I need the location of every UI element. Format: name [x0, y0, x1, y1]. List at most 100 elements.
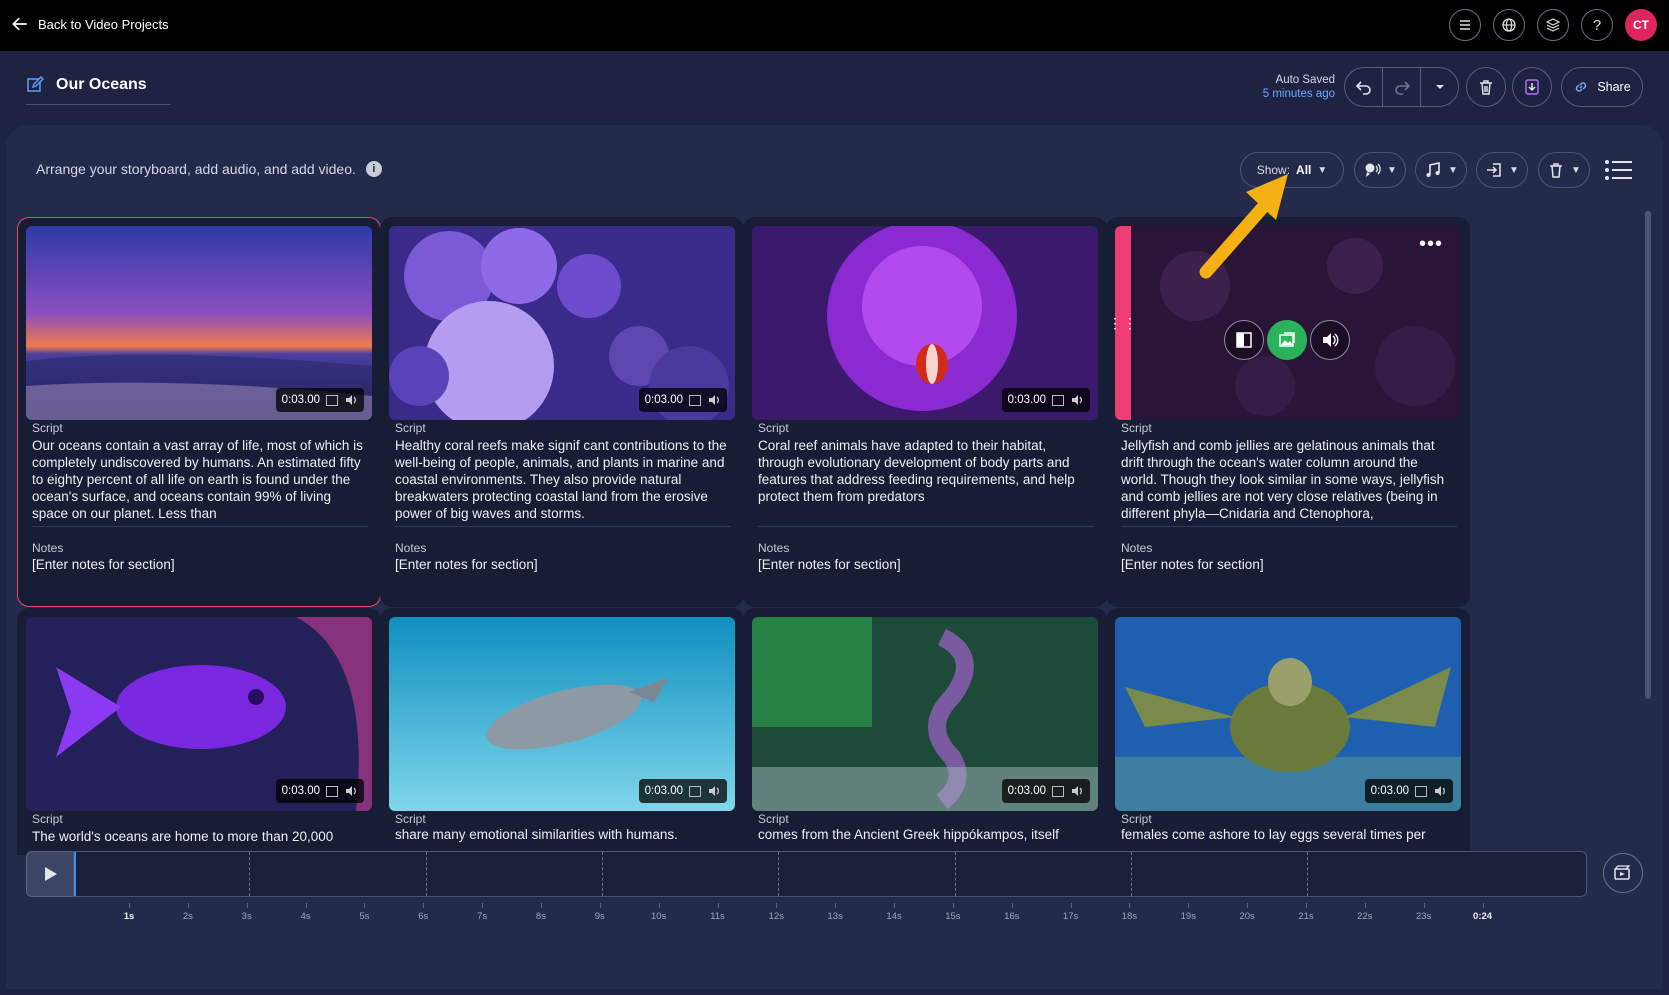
redo-button[interactable] — [1382, 68, 1420, 106]
split-view-button[interactable] — [1224, 320, 1264, 360]
card-thumbnail-turtle[interactable]: 0:03.00 — [1115, 617, 1461, 811]
more-options-icon[interactable]: ••• — [1419, 233, 1443, 256]
music-dropdown[interactable]: ▼ — [1415, 152, 1467, 188]
music-note-icon — [1426, 162, 1440, 177]
autosave-label: Auto Saved — [1275, 74, 1335, 86]
script-label: Script — [395, 421, 426, 435]
add-media-button[interactable] — [1267, 320, 1307, 360]
tick-mark — [364, 903, 366, 908]
volume-icon[interactable] — [707, 393, 721, 407]
tick-mark — [952, 903, 954, 908]
volume-icon[interactable] — [1433, 784, 1447, 798]
export-button[interactable] — [1512, 67, 1552, 107]
transition-icon[interactable] — [1415, 785, 1427, 797]
top-icons: ? CT — [1449, 9, 1657, 41]
card-thumbnail-anemone[interactable]: 0:03.00 — [752, 226, 1098, 420]
tick-mark — [599, 903, 601, 908]
tick-mark — [482, 903, 484, 908]
layers-button[interactable] — [1537, 9, 1569, 41]
duration-badge: 0:03.00 — [275, 388, 364, 412]
playhead[interactable] — [74, 852, 76, 896]
notes-text[interactable]: [Enter notes for section] — [32, 557, 175, 572]
import-icon — [1487, 163, 1501, 177]
script-text[interactable]: Our oceans contain a vast array of life,… — [32, 437, 368, 522]
language-button[interactable] — [1493, 9, 1525, 41]
help-button[interactable]: ? — [1581, 9, 1613, 41]
history-dropdown-button[interactable] — [1420, 68, 1458, 106]
card-thumbnail-fish[interactable]: 0:03.00 — [26, 617, 372, 811]
list-view-icon[interactable] — [1604, 159, 1632, 181]
section-boundary — [778, 852, 779, 896]
timeline-track[interactable] — [73, 851, 1587, 897]
tick-label: 23s — [1416, 911, 1432, 922]
duration-badge: 0:03.00 — [1364, 779, 1453, 803]
audio-button[interactable] — [1310, 320, 1350, 360]
section-boundary — [426, 852, 427, 896]
voice-icon — [1365, 163, 1381, 177]
transition-icon[interactable] — [1052, 785, 1064, 797]
redo-icon — [1394, 81, 1410, 95]
tick-label: 10s — [650, 911, 667, 922]
drag-handle[interactable]: ⋮⋮ — [1108, 226, 1137, 420]
info-icon[interactable]: i — [365, 161, 382, 177]
volume-icon[interactable] — [1070, 784, 1084, 798]
tick-mark — [1188, 903, 1190, 908]
avatar[interactable]: CT — [1625, 9, 1657, 41]
autosave-status: Auto Saved 5 minutes ago — [1263, 73, 1335, 101]
vertical-scrollbar[interactable] — [1645, 211, 1651, 699]
transition-icon[interactable] — [326, 394, 338, 406]
tick-label: 14s — [886, 911, 902, 922]
volume-icon[interactable] — [707, 784, 721, 798]
tick-label: 20s — [1239, 911, 1255, 922]
voiceover-dropdown[interactable]: ▼ — [1354, 152, 1406, 188]
menu-button[interactable] — [1449, 9, 1481, 41]
delete-dropdown[interactable]: ▼ — [1538, 152, 1590, 188]
script-text[interactable]: share many emotional similarities with h… — [395, 826, 731, 843]
share-label: Share — [1597, 80, 1631, 94]
tick-mark — [1423, 903, 1425, 908]
play-icon — [45, 867, 57, 881]
notes-text[interactable]: [Enter notes for section] — [758, 557, 901, 572]
volume-icon[interactable] — [1070, 393, 1084, 407]
transition-icon[interactable] — [689, 394, 701, 406]
transition-icon[interactable] — [1052, 394, 1064, 406]
notes-text[interactable]: [Enter notes for section] — [395, 557, 538, 572]
script-text[interactable]: comes from the Ancient Greek hippókampos… — [758, 826, 1094, 843]
transition-icon[interactable] — [326, 785, 338, 797]
storyboard-card[interactable]: 0:03.00 Script Coral reef animals have a… — [743, 217, 1107, 607]
project-title-field[interactable]: Our Oceans — [26, 76, 171, 105]
section-boundary — [1307, 852, 1308, 896]
notes-text[interactable]: [Enter notes for section] — [1121, 557, 1264, 572]
storyboard-instruction: Arrange your storyboard, add audio, and … — [36, 161, 382, 177]
card-divider — [758, 526, 1094, 527]
script-text[interactable]: Healthy coral reefs make signif cant con… — [395, 437, 731, 522]
tick-mark — [658, 903, 660, 908]
script-text[interactable]: females come ashore to lay eggs several … — [1121, 826, 1457, 843]
share-button[interactable]: Share — [1561, 67, 1643, 107]
storyboard-card[interactable]: 0:03.00 Script Healthy coral reefs make … — [380, 217, 744, 607]
transition-icon[interactable] — [689, 785, 701, 797]
tick-label: 22s — [1357, 911, 1373, 922]
card-thumbnail-dolphin[interactable]: 0:03.00 — [389, 617, 735, 811]
volume-icon[interactable] — [344, 784, 358, 798]
script-text[interactable]: The world's oceans are home to more than… — [32, 828, 368, 845]
volume-icon[interactable] — [344, 393, 358, 407]
script-text[interactable]: Coral reef animals have adapted to their… — [758, 437, 1094, 522]
tick-mark — [717, 903, 719, 908]
card-thumbnail-coral[interactable]: 0:03.00 — [389, 226, 735, 420]
preview-video-button[interactable] — [1603, 853, 1643, 893]
storyboard-card[interactable]: 0:03.00 Script Our oceans contain a vast… — [17, 217, 381, 607]
import-dropdown[interactable]: ▼ — [1476, 152, 1528, 188]
back-to-projects-link[interactable]: Back to Video Projects — [10, 14, 169, 34]
card-thumbnail-sunset[interactable]: 0:03.00 — [26, 226, 372, 420]
script-text[interactable]: Jellyfish and comb jellies are gelatinou… — [1121, 437, 1457, 522]
duration-badge: 0:03.00 — [1001, 779, 1090, 803]
delete-project-button[interactable] — [1466, 67, 1506, 107]
play-button[interactable] — [26, 851, 74, 897]
section-boundary — [955, 852, 956, 896]
card-thumbnail-seahorse[interactable]: 0:03.00 — [752, 617, 1098, 811]
tick-label: 19s — [1180, 911, 1196, 922]
undo-button[interactable] — [1345, 68, 1382, 106]
duration-badge: 0:03.00 — [275, 779, 364, 803]
tick-label: 12s — [768, 911, 785, 922]
